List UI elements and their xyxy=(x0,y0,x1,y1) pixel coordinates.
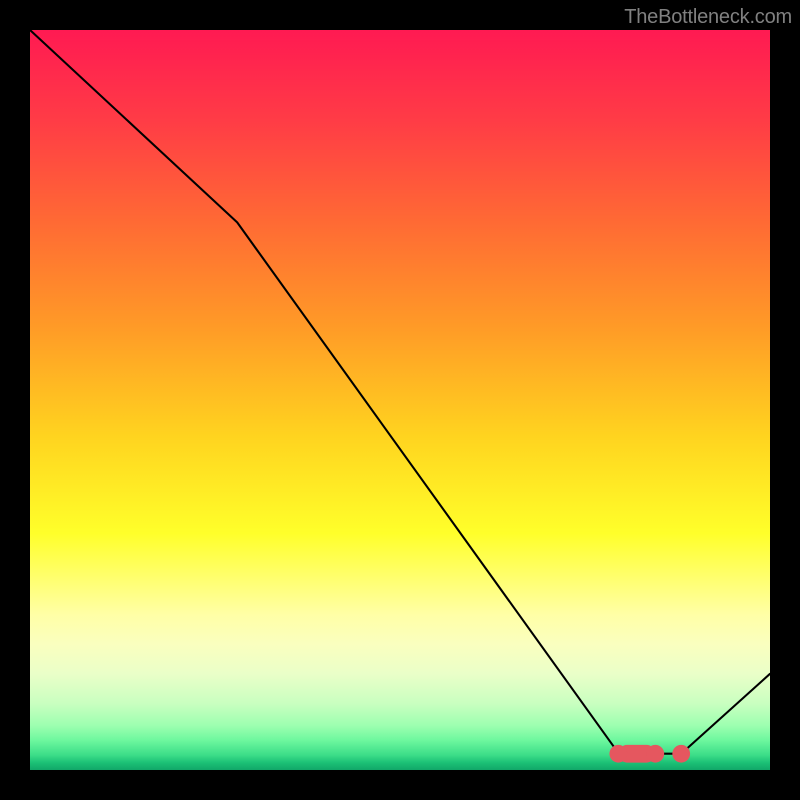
chart-stage: TheBottleneck.com xyxy=(0,0,800,800)
series-curve xyxy=(30,30,770,754)
marker-pill-cap xyxy=(609,745,627,763)
marker-pill-cap xyxy=(646,745,664,763)
watermark-label: TheBottleneck.com xyxy=(624,6,792,29)
line-plot xyxy=(30,30,770,770)
marker-dot xyxy=(672,745,690,763)
series-markers xyxy=(609,745,690,763)
plot-area xyxy=(30,30,770,770)
